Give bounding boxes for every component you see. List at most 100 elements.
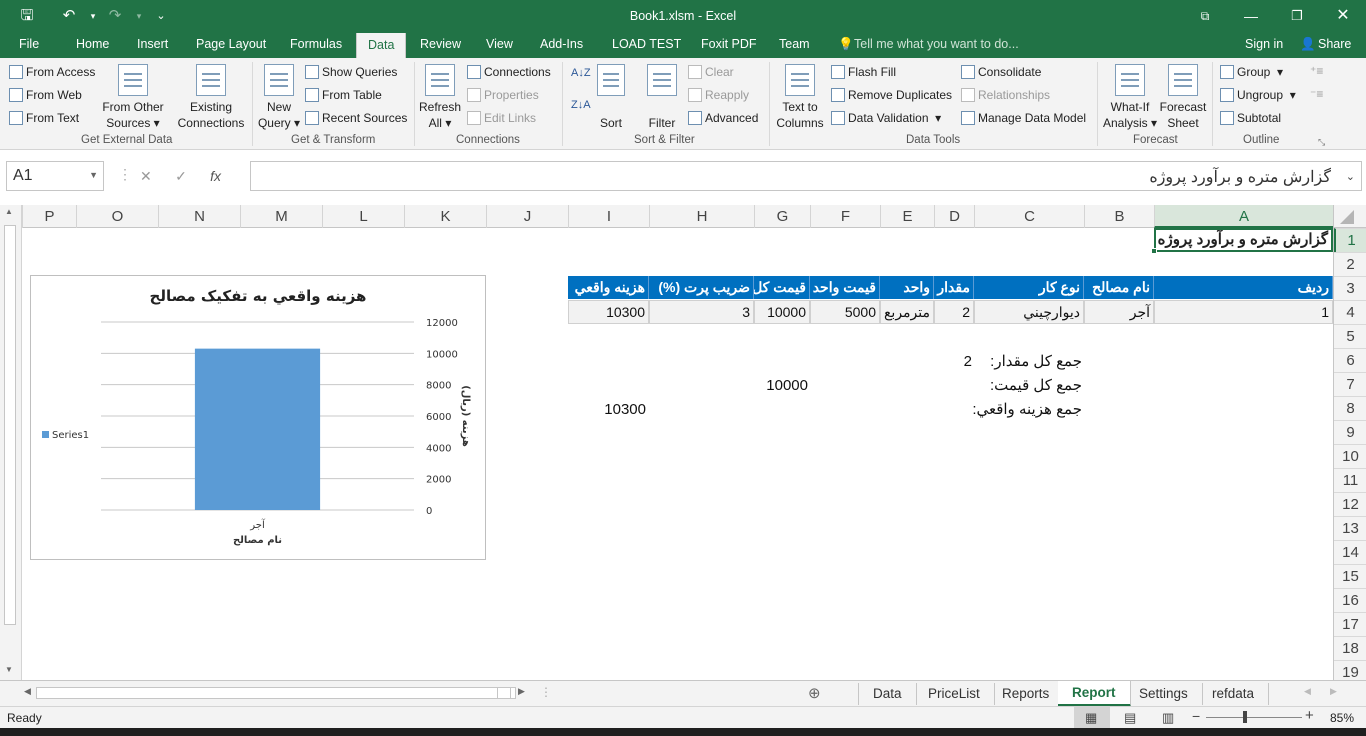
tab-home[interactable]: Home [76, 37, 109, 51]
column-header-g[interactable]: G [754, 205, 810, 228]
row-header-1[interactable]: 1 [1334, 228, 1366, 252]
column-header-a[interactable]: A [1154, 205, 1333, 228]
column-header-o[interactable]: O [76, 205, 158, 228]
group-button[interactable]: Group ▾ [1220, 65, 1283, 79]
column-header-f[interactable]: F [810, 205, 880, 228]
subtotal-button[interactable]: Subtotal [1220, 111, 1281, 125]
header-cell-total-price[interactable]: قيمت كل [754, 276, 810, 299]
column-header-e[interactable]: E [880, 205, 934, 228]
page-layout-view-icon[interactable]: ▤ [1124, 710, 1136, 726]
summary-price-label[interactable]: جمع كل قيمت: [974, 374, 1082, 397]
row-header-2[interactable]: 2 [1334, 252, 1366, 276]
row-header-4[interactable]: 4 [1334, 300, 1366, 324]
row-header-14[interactable]: 14 [1334, 540, 1366, 564]
summary-quantity-value[interactable]: 2 [934, 350, 972, 373]
hide-detail-icon[interactable]: ⁻≡ [1310, 87, 1323, 101]
tab-insert[interactable]: Insert [137, 37, 168, 51]
sheet-tab-refdata[interactable]: refdata [1198, 683, 1270, 705]
tab-add-ins[interactable]: Add-Ins [540, 37, 583, 51]
row-header-17[interactable]: 17 [1334, 612, 1366, 636]
sheet-tab-pricelist[interactable]: PriceList [914, 683, 995, 705]
tab-file[interactable]: File [19, 37, 39, 51]
cell-a1-report-title[interactable]: گزارش متره و برآورد پروژه [1154, 228, 1333, 252]
header-cell-quantity[interactable]: مقدار [934, 276, 974, 299]
summary-cost-label[interactable]: جمع هزينه واقعي: [952, 398, 1082, 421]
insert-function-icon[interactable]: fx [210, 168, 221, 184]
tab-review[interactable]: Review [420, 37, 461, 51]
summary-quantity-label[interactable]: جمع كل مقدار: [974, 350, 1082, 373]
tab-load-test[interactable]: LOAD TEST [612, 37, 681, 51]
refresh-all-button[interactable]: Refresh All ▾ [418, 64, 462, 131]
row-header-3[interactable]: 3 [1334, 276, 1366, 300]
cell-waste-factor[interactable]: 3 [649, 300, 754, 324]
zoom-slider-thumb[interactable] [1243, 711, 1247, 723]
forecast-sheet-button[interactable]: Forecast Sheet [1158, 64, 1208, 131]
tab-split-icon[interactable]: ⋮ [540, 685, 552, 699]
select-all-corner[interactable] [1333, 205, 1366, 228]
what-if-analysis-button[interactable]: What-If Analysis ▾ [1102, 64, 1158, 131]
row-header-19[interactable]: 19 [1334, 660, 1366, 680]
properties-button[interactable]: Properties [467, 88, 539, 102]
sheet-tab-report[interactable]: Report [1058, 681, 1131, 707]
tab-page-layout[interactable]: Page Layout [196, 37, 266, 51]
column-header-j[interactable]: J [486, 205, 568, 228]
from-other-sources-button[interactable]: From Other Sources ▾ [100, 64, 166, 131]
column-header-d[interactable]: D [934, 205, 974, 228]
clear-button[interactable]: Clear [688, 65, 734, 79]
header-cell-waste-factor[interactable]: ضريب پرت (%) [649, 276, 754, 299]
column-header-p[interactable]: P [22, 205, 76, 228]
cell-quantity[interactable]: 2 [934, 300, 974, 324]
enter-formula-icon[interactable]: ✓ [175, 168, 187, 184]
flash-fill-button[interactable]: Flash Fill [831, 65, 896, 79]
header-cell-real-cost[interactable]: هزينه واقعي [568, 276, 649, 299]
ungroup-button[interactable]: Ungroup ▾ [1220, 88, 1296, 102]
show-queries-button[interactable]: Show Queries [305, 65, 397, 79]
row-header-8[interactable]: 8 [1334, 396, 1366, 420]
cell-row-number[interactable]: 1 [1154, 300, 1333, 324]
new-query-button[interactable]: New Query ▾ [256, 64, 302, 131]
fill-handle[interactable] [1151, 248, 1157, 254]
column-header-k[interactable]: K [404, 205, 486, 228]
formula-input[interactable]: گزارش متره و برآورد پروژه ⌄ [250, 161, 1362, 191]
relationships-button[interactable]: Relationships [961, 88, 1050, 102]
connections-button[interactable]: Connections [467, 65, 551, 79]
zoom-out-icon[interactable]: − [1192, 708, 1200, 724]
edit-links-button[interactable]: Edit Links [467, 111, 536, 125]
show-detail-icon[interactable]: ⁺≡ [1310, 64, 1323, 78]
filter-button[interactable]: Filter [644, 64, 680, 131]
h-scroll-left-icon[interactable]: ◀ [24, 686, 31, 697]
vertical-scrollbar[interactable]: ▲ ▼ [0, 205, 22, 680]
cell-total-price[interactable]: 10000 [754, 300, 810, 324]
sheet-tab-data[interactable]: Data [858, 683, 917, 705]
name-box[interactable]: A1 ▼ [6, 161, 104, 191]
tab-team[interactable]: Team [779, 37, 810, 51]
cost-chart[interactable]: هزينه واقعي به تفكيک مصالح 0 2000 4000 6000 8… [30, 275, 486, 560]
header-cell-work-type[interactable]: نوع كار [974, 276, 1084, 299]
row-header-12[interactable]: 12 [1334, 492, 1366, 516]
header-cell-row-number[interactable]: رديف [1154, 276, 1333, 299]
sort-ascending-icon[interactable]: A↓Z [571, 66, 591, 80]
page-break-view-icon[interactable]: ▥ [1162, 710, 1174, 726]
row-header-9[interactable]: 9 [1334, 420, 1366, 444]
reapply-button[interactable]: Reapply [688, 88, 749, 102]
tab-scroll-right-icon[interactable]: ▶ [1330, 686, 1337, 697]
row-header-15[interactable]: 15 [1334, 564, 1366, 588]
dialog-launcher-icon[interactable]: ⤡ [1318, 135, 1325, 149]
cell-material-name[interactable]: آجر [1084, 300, 1154, 324]
close-icon[interactable]: ✕ [1328, 6, 1358, 26]
h-scroll-right-icon[interactable]: ▶ [518, 686, 525, 697]
cell-work-type[interactable]: ديوارچيني [974, 300, 1084, 324]
recent-sources-button[interactable]: Recent Sources [305, 111, 407, 125]
tell-me-box[interactable]: Tell me what you want to do... [854, 37, 1019, 51]
sign-in-link[interactable]: Sign in [1245, 37, 1283, 51]
manage-data-model-button[interactable]: Manage Data Model [961, 111, 1086, 125]
existing-connections-button[interactable]: Existing Connections [174, 64, 248, 131]
zoom-level[interactable]: 85% [1330, 711, 1354, 725]
tab-view[interactable]: View [486, 37, 513, 51]
from-table-button[interactable]: From Table [305, 88, 382, 102]
from-text-button[interactable]: From Text [9, 111, 79, 125]
minimize-icon[interactable]: — [1236, 6, 1266, 26]
advanced-button[interactable]: Advanced [688, 111, 758, 125]
cancel-formula-icon[interactable]: ✕ [140, 168, 152, 184]
cell-real-cost[interactable]: 10300 [568, 300, 649, 324]
